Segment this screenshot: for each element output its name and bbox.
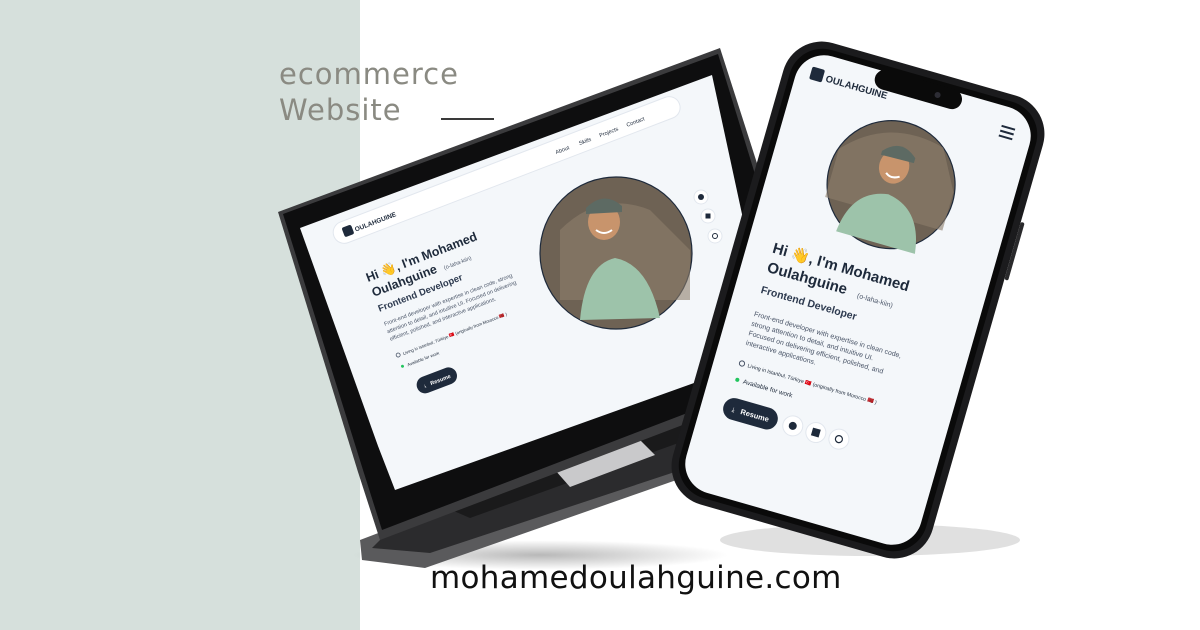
phone-mockup: OULAHGUINE Hi 👋, I'm Mohamed Oulahguine … xyxy=(671,41,1045,559)
phone-screen xyxy=(685,55,1031,545)
site-url: mohamedoulahguine.com xyxy=(430,560,842,596)
